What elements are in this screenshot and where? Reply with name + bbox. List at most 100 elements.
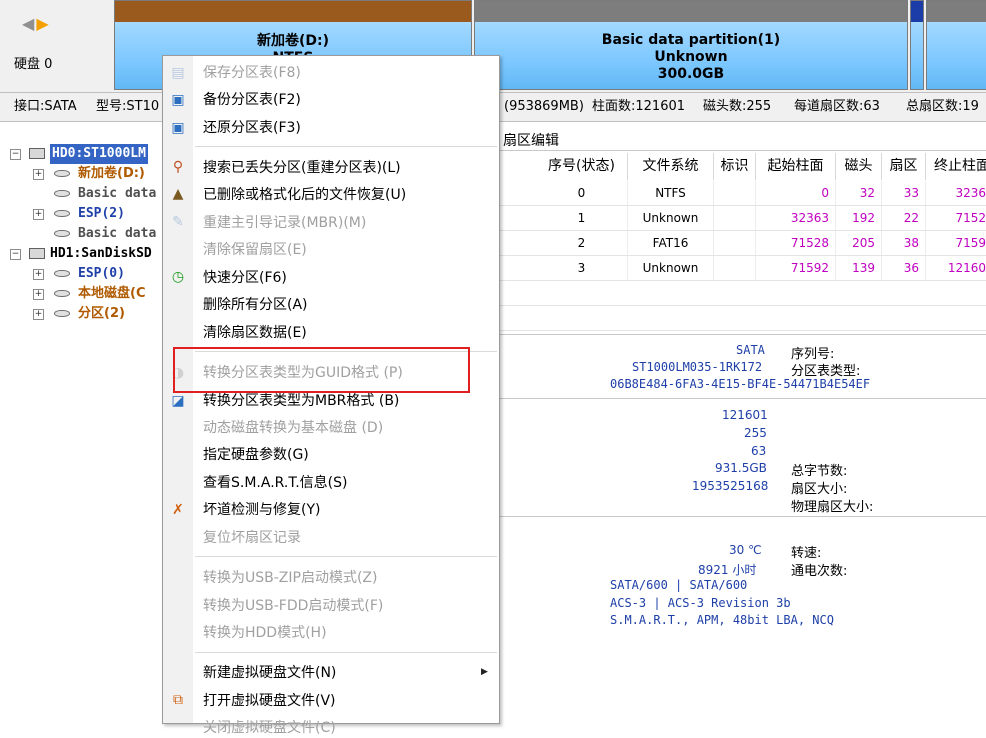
cell-fs: Unknown (628, 256, 714, 280)
info-features-value: S.M.A.R.T., APM, 48bit LBA, NCQ (610, 613, 834, 627)
disk-nav-arrows[interactable]: ◀ ▶ (22, 16, 49, 32)
menu-item-clear-reserved-sectors[interactable]: 清除保留扇区(E) (203, 240, 307, 260)
hard-disk-icon (29, 248, 45, 259)
info-cylinders: 柱面数:121601 (592, 99, 686, 114)
menu-item-reset-bad-sector-record[interactable]: 复位坏扇区记录 (203, 528, 301, 548)
menu-item-search-lost-partitions[interactable]: 搜索已丢失分区(重建分区表)(L) (203, 158, 401, 178)
partition-size: 300.0GB (657, 66, 725, 82)
tree-item-label: 新加卷(D:) (78, 166, 145, 181)
info-total-sectors: 总扇区数:19 (906, 99, 979, 114)
expand-icon[interactable]: + (33, 269, 44, 280)
menu-item-open-virtual-disk[interactable]: 打开虚拟硬盘文件(V) (203, 691, 336, 711)
partition-cap (115, 1, 471, 22)
menu-separator (195, 556, 497, 557)
previous-disk-icon[interactable]: ◀ (22, 14, 34, 33)
cell-head: 32 (836, 181, 882, 205)
menu-item-save-partition-table[interactable]: 保存分区表(F8) (203, 63, 301, 83)
rotation-speed-label: 转速: (791, 546, 822, 561)
table-row[interactable]: 1 Unknown 32363 192 22 7152 (500, 206, 986, 231)
menu-item-bad-sector-check[interactable]: 坏道检测与修复(Y) (203, 500, 320, 520)
tree-item-label: Basic data (78, 226, 157, 241)
column-header[interactable]: 终止柱面 (926, 153, 986, 180)
cell-end-cylinder: 7159 (955, 236, 986, 250)
cell-flag (714, 256, 756, 280)
table-row[interactable]: 0 NTFS 0 32 33 3236 (500, 181, 986, 206)
cell-start-cylinder: 71592 (756, 256, 836, 280)
column-header[interactable]: 磁头 (836, 153, 882, 180)
partition-block-basic-data[interactable]: Basic data partition(1) Unknown 300.0GB (474, 0, 908, 90)
tree-item-label: HD1:SanDiskSD (50, 246, 152, 261)
menu-item-view-smart[interactable]: 查看S.M.A.R.T.信息(S) (203, 473, 347, 493)
section-divider (500, 516, 986, 517)
menu-item-backup-partition-table[interactable]: 备份分区表(F2) (203, 90, 301, 110)
menu-item-new-virtual-disk[interactable]: 新建虚拟硬盘文件(N) (203, 663, 336, 683)
menu-item-hdd-mode[interactable]: 转换为HDD模式(H) (203, 623, 327, 643)
cell-head: 139 (836, 256, 882, 280)
info-sectors-per-track: 每道扇区数:63 (794, 99, 880, 114)
info-sata-value: SATA/600 | SATA/600 (610, 578, 748, 592)
table-row-empty (500, 306, 986, 331)
cell-sector: 33 (882, 181, 926, 205)
column-header[interactable]: 文件系统 (628, 153, 714, 180)
collapse-icon[interactable]: − (10, 249, 21, 260)
menu-item-specify-disk-params[interactable]: 指定硬盘参数(G) (203, 445, 309, 465)
partition-block-esp[interactable] (910, 0, 924, 90)
recover-icon: ▲ (172, 186, 184, 202)
search-icon: ⚲ (172, 159, 184, 175)
backup-icon: ▣ (171, 92, 185, 108)
partition-table-type-label: 分区表类型: (791, 364, 861, 379)
menu-item-delete-all-partitions[interactable]: 删除所有分区(A) (203, 295, 308, 315)
info-acs-value: ACS-3 | ACS-3 Revision 3b (610, 596, 791, 610)
column-header[interactable]: 标识 (714, 153, 756, 180)
table-row-empty (500, 281, 986, 306)
partition-icon (54, 310, 70, 317)
info-power-on-hours-value: 8921 小时 (698, 563, 757, 577)
info-sectors-value: 63 (751, 444, 767, 458)
menu-item-dynamic-to-basic[interactable]: 动态磁盘转换为基本磁盘 (D) (203, 418, 383, 438)
expand-icon[interactable]: + (33, 169, 44, 180)
restore-icon: ▣ (171, 120, 185, 136)
cell-start-cylinder: 0 (756, 181, 836, 205)
table-row[interactable]: 3 Unknown 71592 139 36 12160 (500, 256, 986, 281)
cell-head: 192 (836, 206, 882, 230)
menu-item-restore-partition-table[interactable]: 还原分区表(F3) (203, 118, 301, 138)
menu-item-convert-to-mbr[interactable]: 转换分区表类型为MBR格式 (B) (203, 391, 399, 411)
menu-item-usb-zip-mode[interactable]: 转换为USB-ZIP启动模式(Z) (203, 568, 377, 588)
power-on-count-label: 通电次数: (791, 564, 848, 579)
cell-fs: Unknown (628, 206, 714, 230)
cell-flag (714, 181, 756, 205)
next-disk-icon[interactable]: ▶ (36, 14, 48, 33)
tab-sector-edit[interactable]: 扇区编辑 (503, 130, 559, 150)
cell-index: 3 (536, 256, 628, 280)
menu-item-rebuild-mbr[interactable]: 重建主引导记录(MBR)(M) (203, 213, 366, 233)
table-row[interactable]: 2 FAT16 71528 205 38 7159 (500, 231, 986, 256)
info-heads-value: 255 (744, 426, 767, 440)
menu-item-file-recovery[interactable]: 已删除或格式化后的文件恢复(U) (203, 185, 406, 205)
cell-flag (714, 231, 756, 255)
expand-icon[interactable]: + (33, 209, 44, 220)
partition-icon (54, 270, 70, 277)
cell-index: 2 (536, 231, 628, 255)
partition-fs: Unknown (654, 49, 728, 65)
menu-item-close-virtual-disk[interactable]: 关闭虚拟硬盘文件(C) (203, 718, 336, 738)
mbr-icon: ✎ (172, 214, 184, 230)
menu-separator (195, 652, 497, 653)
tree-item-label: ESP(0) (78, 266, 125, 281)
menu-item-quick-partition[interactable]: 快速分区(F6) (203, 268, 287, 288)
partition-icon (54, 170, 70, 177)
open-vdisk-icon: ⧉ (173, 692, 183, 708)
cell-end-cylinder: 12160 (947, 261, 986, 275)
expand-icon[interactable]: + (33, 289, 44, 300)
menu-item-clear-sector-data[interactable]: 清除扇区数据(E) (203, 323, 307, 343)
cell-fs: FAT16 (628, 231, 714, 255)
tree-item-label: Basic data (78, 186, 157, 201)
column-header[interactable]: 起始柱面 (756, 153, 836, 180)
menu-item-usb-fdd-mode[interactable]: 转换为USB-FDD启动模式(F) (203, 596, 383, 616)
expand-icon[interactable]: + (33, 309, 44, 320)
collapse-icon[interactable]: − (10, 149, 21, 160)
partition-block-next[interactable] (926, 0, 986, 90)
column-header[interactable]: 序号(状态) (536, 153, 628, 180)
total-bytes-label: 总字节数: (791, 464, 848, 479)
save-icon: ▤ (171, 65, 185, 81)
column-header[interactable]: 扇区 (882, 153, 926, 180)
